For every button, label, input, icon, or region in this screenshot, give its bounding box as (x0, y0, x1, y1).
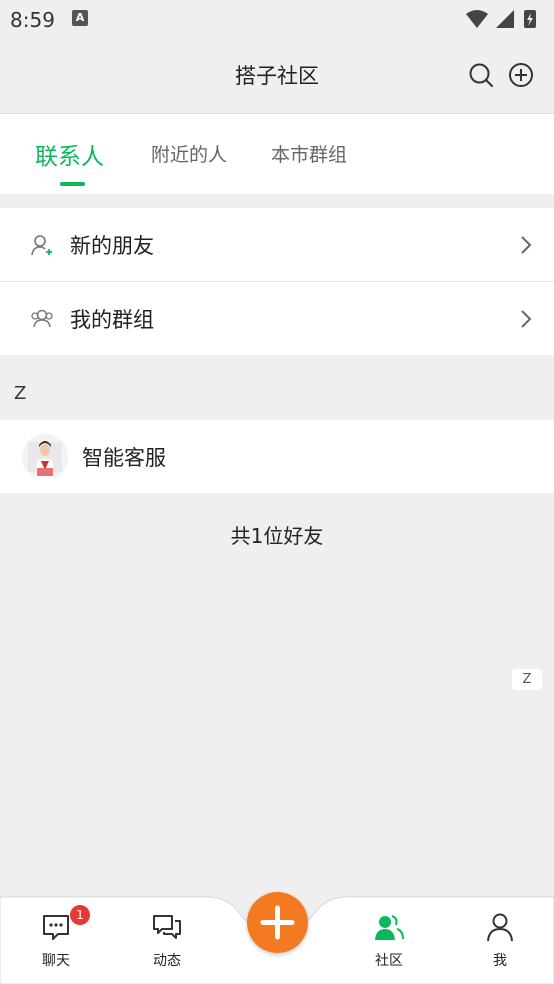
section-letter: Z (14, 383, 27, 404)
person-icon (487, 913, 513, 942)
chevron-right-icon (521, 236, 532, 254)
community-icon (375, 915, 404, 940)
status-bar: 8:59 A (0, 0, 554, 38)
contact-name: 智能客服 (82, 446, 166, 470)
moments-icon (153, 915, 181, 939)
tab-indicator (60, 182, 85, 186)
chat-icon (43, 915, 69, 940)
wifi-icon (466, 10, 488, 28)
tab-contacts[interactable]: 联系人 (35, 137, 104, 171)
group-icon (31, 309, 53, 328)
nav-chat[interactable]: 1 聊天 (21, 896, 91, 984)
new-friends-row[interactable]: 新的朋友 (0, 208, 554, 282)
my-groups-row[interactable]: 我的群组 (0, 282, 554, 355)
tab-nearby[interactable]: 附近的人 (151, 140, 227, 167)
chevron-right-icon (521, 310, 532, 328)
new-friends-label: 新的朋友 (70, 234, 154, 258)
tab-bar: 联系人 附近的人 本市群组 (0, 114, 554, 194)
signal-icon (496, 10, 514, 28)
unread-badge: 1 (70, 905, 90, 925)
alphabet-index-letter[interactable]: Z (512, 669, 542, 690)
nav-chat-label: 聊天 (42, 953, 70, 969)
contact-row[interactable]: 智能客服 (0, 420, 554, 493)
status-time: 8:59 (10, 8, 55, 32)
add-circle-icon[interactable] (508, 62, 534, 88)
search-icon[interactable] (468, 62, 494, 88)
plus-icon (260, 905, 295, 940)
add-person-icon (31, 235, 52, 256)
nav-community[interactable]: 社区 (354, 896, 424, 984)
nav-moments-label: 动态 (153, 953, 181, 969)
contact-list: 智能客服 (0, 420, 554, 493)
add-button[interactable] (247, 892, 308, 953)
nav-me[interactable]: 我 (465, 896, 535, 984)
my-groups-label: 我的群组 (70, 308, 154, 332)
avatar (22, 434, 68, 480)
nav-community-label: 社区 (375, 953, 403, 969)
system-status-icons (466, 10, 536, 28)
app-header: 搭子社区 (0, 38, 554, 114)
tab-city-groups[interactable]: 本市群组 (271, 140, 347, 167)
menu-card: 新的朋友 我的群组 (0, 208, 554, 355)
notification-app-icon: A (72, 10, 88, 26)
nav-moments[interactable]: 动态 (132, 896, 202, 984)
friend-count: 共1位好友 (230, 524, 324, 548)
nav-me-label: 我 (493, 953, 507, 969)
